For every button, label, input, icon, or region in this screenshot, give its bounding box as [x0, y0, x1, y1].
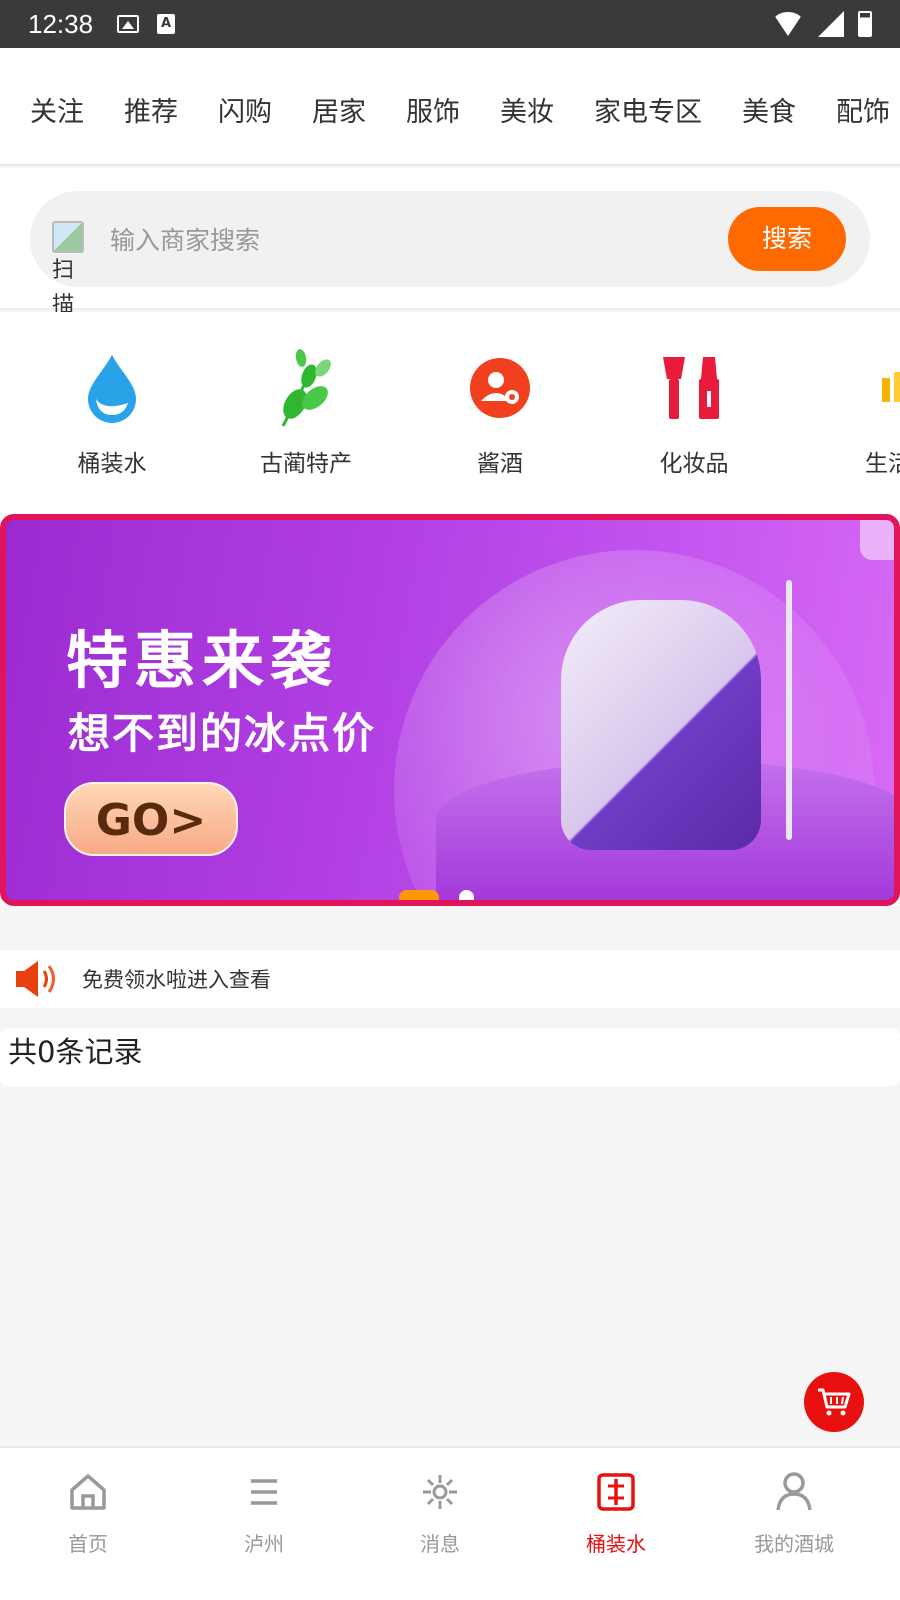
tab-recommend[interactable]: 推荐 [124, 90, 178, 129]
banner-subtitle: 想不到的冰点价 [68, 709, 377, 758]
promo-banner[interactable]: 特惠来袭 想不到的冰点价 GO> [0, 512, 900, 906]
image-notification-icon [117, 15, 140, 33]
bottom-navigation: 首页 泸州 消息 桶装水 我的酒城 [0, 1446, 900, 1600]
tab-flash-sale[interactable]: 闪购 [218, 90, 272, 129]
search-area: 扫描 输入商家搜索 搜索 [0, 168, 900, 318]
tab-home-living[interactable]: 居家 [312, 90, 366, 129]
search-placeholder: 输入商家搜索 [110, 226, 261, 255]
scan-icon [52, 221, 84, 253]
wifi-icon [772, 12, 804, 36]
scan-button[interactable]: 扫描 [52, 221, 84, 323]
nav-label: 首页 [68, 1532, 108, 1556]
garment-steamer-image [561, 600, 761, 850]
icon-item-label: 桶装水 [77, 451, 147, 477]
icon-item-label: 酱酒 [477, 451, 523, 477]
tab-follow[interactable]: 关注 [30, 90, 84, 129]
nav-barrel-water[interactable]: 桶装水 [528, 1470, 704, 1557]
carousel-dot[interactable] [458, 890, 474, 900]
notice-text: 免费领水啦进入查看 [82, 968, 271, 992]
lifestyle-icon [882, 372, 900, 402]
icon-item-gulin-specialty[interactable]: 古蔺特产 [216, 348, 396, 478]
icon-item-label: 古蔺特产 [260, 451, 352, 477]
banner-corner-tab [860, 520, 894, 560]
tab-beauty[interactable]: 美妆 [500, 90, 554, 129]
battery-icon [858, 11, 872, 37]
user-gear-icon [470, 358, 530, 418]
tab-accessories[interactable]: 配饰 [836, 90, 890, 129]
home-icon [70, 1474, 106, 1510]
nav-label: 泸州 [244, 1532, 284, 1556]
category-tabs: 关注 推荐 闪购 居家 服饰 美妆 家电专区 美食 配饰 [0, 48, 900, 166]
person-icon [776, 1472, 812, 1511]
carousel-indicator [6, 890, 894, 900]
icon-item-cosmetics[interactable]: 化妆品 [604, 348, 784, 478]
cart-button[interactable] [804, 1372, 864, 1432]
icon-item-lifestyle[interactable]: 生活 [798, 348, 900, 478]
icon-item-barrel-water[interactable]: 桶装水 [22, 348, 202, 478]
search-button[interactable]: 搜索 [728, 207, 846, 271]
nav-luzhou[interactable]: 泸州 [176, 1470, 352, 1557]
nav-label: 我的酒城 [754, 1532, 834, 1556]
icon-item-sauce-liquor[interactable]: 酱酒 [410, 348, 590, 478]
icon-item-label: 生活 [865, 451, 900, 477]
notice-bar[interactable]: 免费领水啦进入查看 [0, 950, 900, 1008]
nav-label: 消息 [420, 1532, 460, 1556]
carousel-dot-active[interactable] [398, 890, 439, 900]
status-bar: 12:38 A [0, 0, 900, 48]
nav-home[interactable]: 首页 [0, 1470, 176, 1557]
nav-my-account[interactable]: 我的酒城 [706, 1470, 882, 1557]
nav-messages[interactable]: 消息 [352, 1470, 528, 1557]
wheat-leaf-icon [281, 349, 331, 427]
tab-food[interactable]: 美食 [742, 90, 796, 129]
scan-label: 扫描 [52, 258, 75, 318]
list-icon [251, 1479, 277, 1505]
icon-item-label: 化妆品 [659, 451, 729, 477]
cosmetics-icon [663, 357, 719, 419]
status-time: 12:38 [28, 8, 94, 39]
water-drop-icon [88, 355, 136, 423]
banner-title: 特惠来袭 [66, 624, 339, 697]
nav-label: 桶装水 [586, 1532, 646, 1556]
banner-go-button[interactable]: GO> [64, 782, 238, 856]
bucket-water-icon [597, 1473, 635, 1511]
record-count: 共0条记录 [0, 1028, 900, 1086]
search-input[interactable]: 扫描 输入商家搜索 搜索 [30, 191, 870, 318]
text-notification-icon: A [157, 14, 176, 34]
category-icon-row: 桶装水 古蔺特产 酱酒 化妆品 生活 [0, 312, 900, 512]
steamer-pole-image [786, 580, 792, 840]
shopping-cart-icon [818, 1388, 851, 1416]
sparkle-icon [423, 1475, 457, 1509]
signal-icon [818, 11, 844, 37]
tab-apparel[interactable]: 服饰 [406, 90, 460, 129]
speaker-icon [16, 961, 55, 997]
tab-appliances[interactable]: 家电专区 [594, 90, 702, 129]
